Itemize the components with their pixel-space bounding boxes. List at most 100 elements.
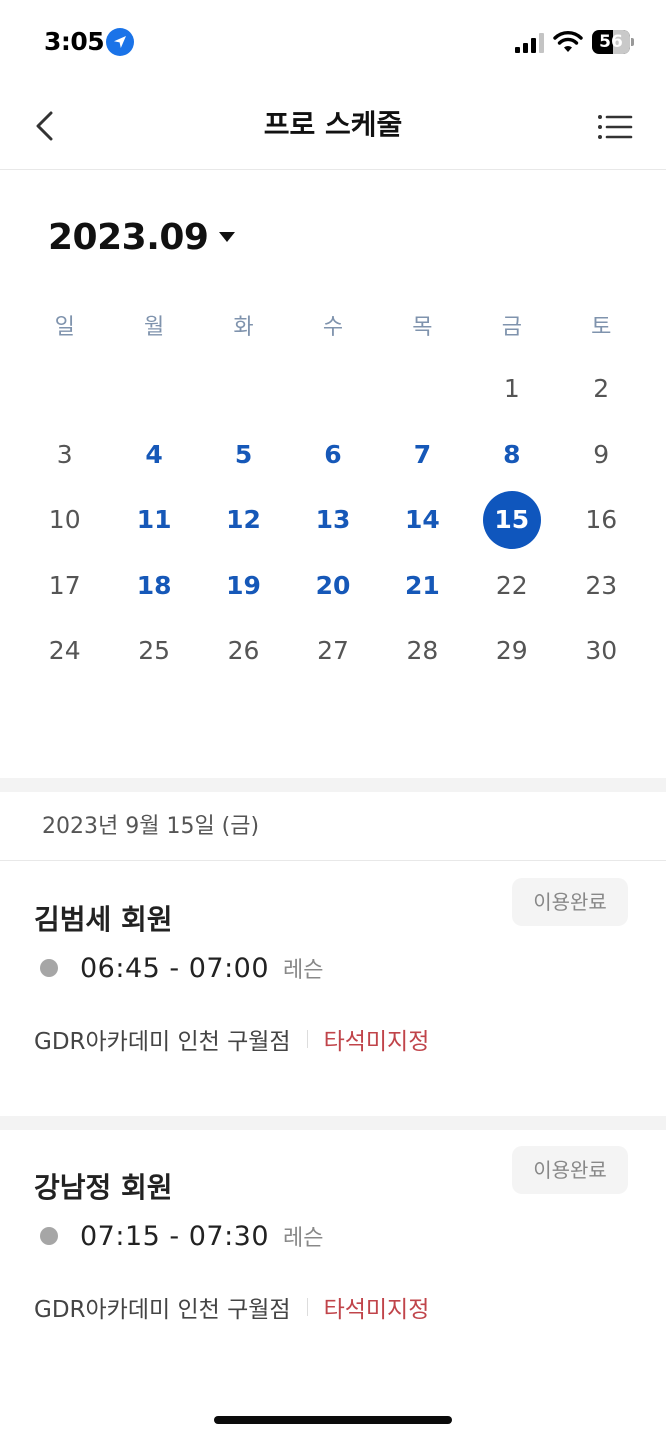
- calendar-day[interactable]: 22: [483, 556, 541, 614]
- calendar-day[interactable]: 3: [36, 425, 94, 483]
- home-indicator: [214, 1416, 452, 1424]
- calendar-cell[interactable]: 23: [557, 553, 646, 619]
- time-row: 06:45 - 07:00 레슨: [40, 950, 324, 986]
- weekday-label: 화: [233, 315, 254, 340]
- calendar-cell[interactable]: 12: [199, 487, 288, 553]
- location-name: GDR아카데미 인천 구월점: [34, 1297, 291, 1323]
- time-row: 07:15 - 07:30 레슨: [40, 1218, 324, 1254]
- weekday-label: 월: [144, 315, 165, 340]
- calendar-cell[interactable]: 28: [378, 618, 467, 684]
- status-bar: 3:05 56: [0, 0, 666, 86]
- calendar-day[interactable]: 1: [483, 360, 541, 418]
- calendar-day[interactable]: 30: [572, 622, 630, 680]
- calendar-cell[interactable]: 3: [20, 422, 109, 488]
- calendar-cell[interactable]: 11: [109, 487, 198, 553]
- weekday-label: 토: [591, 315, 612, 340]
- back-button[interactable]: [26, 106, 66, 146]
- calendar-day[interactable]: 9: [572, 425, 630, 483]
- calendar-cell[interactable]: 15: [467, 487, 556, 553]
- month-selector[interactable]: 2023.09: [48, 212, 236, 262]
- calendar-cell[interactable]: 10: [20, 487, 109, 553]
- calendar-day[interactable]: 20: [304, 556, 362, 614]
- calendar-cell[interactable]: 13: [288, 487, 377, 553]
- divider: [0, 860, 666, 861]
- calendar-day[interactable]: 25: [125, 622, 183, 680]
- calendar-cell[interactable]: 22: [467, 553, 556, 619]
- calendar-cell[interactable]: 1: [467, 356, 556, 422]
- calendar-day[interactable]: 23: [572, 556, 630, 614]
- calendar-day[interactable]: 5: [215, 425, 273, 483]
- calendar-cell[interactable]: 25: [109, 618, 198, 684]
- calendar-day[interactable]: 16: [572, 491, 630, 549]
- calendar-cell[interactable]: 6: [288, 422, 377, 488]
- calendar-cell[interactable]: 14: [378, 487, 467, 553]
- calendar-cell[interactable]: 30: [557, 618, 646, 684]
- calendar-day[interactable]: 27: [304, 622, 362, 680]
- calendar-cell[interactable]: 8: [467, 422, 556, 488]
- calendar-cell[interactable]: 16: [557, 487, 646, 553]
- battery-level: 56: [599, 32, 623, 52]
- calendar-day[interactable]: 26: [215, 622, 273, 680]
- calendar-cell[interactable]: 29: [467, 618, 556, 684]
- caret-down-icon: [219, 232, 236, 242]
- calendar-cell[interactable]: 24: [20, 618, 109, 684]
- calendar-cell[interactable]: 21: [378, 553, 467, 619]
- time-range: 06:45 - 07:00: [80, 952, 270, 984]
- calendar-weeks: 1 2 3 4 5 6 7 8 9 10 11 12 13 14 15 16 17 18 19 20 21 22 23 24 2…: [20, 356, 646, 684]
- calendar-cell[interactable]: 9: [557, 422, 646, 488]
- calendar-day[interactable]: 18: [125, 556, 183, 614]
- cellular-signal-icon: [515, 33, 544, 53]
- calendar-cell: [20, 356, 109, 422]
- location-arrow-icon: [106, 28, 134, 56]
- calendar-day[interactable]: 24: [36, 622, 94, 680]
- chevron-left-icon: [36, 111, 53, 141]
- calendar-day[interactable]: 19: [215, 556, 273, 614]
- calendar-day[interactable]: 28: [393, 622, 451, 680]
- weekday-label: 일: [54, 315, 75, 340]
- wifi-icon: [553, 31, 583, 52]
- lesson-type: 레슨: [283, 958, 324, 983]
- separator: [306, 1030, 308, 1048]
- calendar-day[interactable]: 6: [304, 425, 362, 483]
- calendar-cell[interactable]: 20: [288, 553, 377, 619]
- weekday-header: 일월화수목금토: [20, 300, 646, 356]
- calendar-day[interactable]: 13: [304, 491, 362, 549]
- calendar-day[interactable]: 4: [125, 425, 183, 483]
- calendar-day[interactable]: 29: [483, 622, 541, 680]
- calendar-day[interactable]: 2: [572, 360, 630, 418]
- section-divider: [0, 778, 666, 792]
- navigation-header: 프로 스케줄: [0, 86, 666, 170]
- calendar-day[interactable]: 12: [215, 491, 273, 549]
- calendar-week-row: 12: [20, 356, 646, 422]
- calendar-day[interactable]: 7: [393, 425, 451, 483]
- status-time: 3:05: [44, 27, 105, 56]
- calendar-cell[interactable]: 19: [199, 553, 288, 619]
- calendar-cell[interactable]: 5: [199, 422, 288, 488]
- calendar-cell[interactable]: 18: [109, 553, 198, 619]
- calendar-week-row: 17 18 19 20 21 22 23: [20, 553, 646, 619]
- calendar-day[interactable]: 14: [393, 491, 451, 549]
- status-badge: 이용완료: [512, 878, 628, 926]
- calendar-day[interactable]: 8: [483, 425, 541, 483]
- list-menu-button[interactable]: [594, 108, 636, 146]
- calendar-cell[interactable]: 26: [199, 618, 288, 684]
- bay-status: 타석미지정: [323, 1029, 430, 1055]
- battery-icon: 56: [592, 30, 634, 54]
- calendar-cell[interactable]: 27: [288, 618, 377, 684]
- calendar-day-selected[interactable]: 15: [482, 490, 541, 549]
- calendar-cell[interactable]: 2: [557, 356, 646, 422]
- calendar-cell[interactable]: 17: [20, 553, 109, 619]
- calendar-day[interactable]: 21: [393, 556, 451, 614]
- location-row: GDR아카데미 인천 구월점 타석미지정: [34, 1290, 429, 1324]
- page-title: 프로 스케줄: [263, 108, 403, 141]
- status-dot: [40, 1227, 58, 1245]
- calendar-cell[interactable]: 7: [378, 422, 467, 488]
- bay-status: 타석미지정: [323, 1297, 430, 1323]
- calendar-day[interactable]: 11: [125, 491, 183, 549]
- status-dot: [40, 959, 58, 977]
- weekday-label: 수: [322, 315, 344, 340]
- calendar-cell: [199, 356, 288, 422]
- calendar-cell[interactable]: 4: [109, 422, 198, 488]
- calendar-day[interactable]: 17: [36, 556, 94, 614]
- calendar-day[interactable]: 10: [36, 491, 94, 549]
